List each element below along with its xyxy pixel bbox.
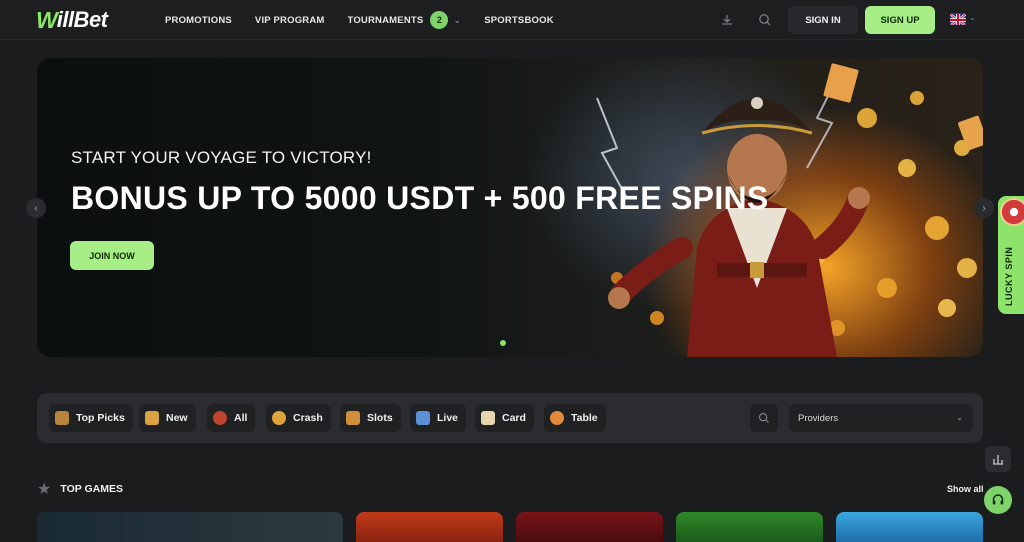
- category-label: New: [166, 412, 188, 424]
- category-all[interactable]: All: [207, 404, 256, 432]
- game-thumbnail[interactable]: [836, 512, 983, 542]
- search-icon[interactable]: [757, 12, 773, 28]
- new-icon: [145, 411, 159, 425]
- category-label: Slots: [367, 412, 393, 424]
- nav-tournaments[interactable]: TOURNAMENTS 2 ⌄: [348, 11, 462, 29]
- sign-up-button[interactable]: SIGN UP: [865, 6, 935, 34]
- top-header: WillBet PROMOTIONS VIP PROGRAM TOURNAMEN…: [0, 0, 1024, 40]
- nav-promotions[interactable]: PROMOTIONS: [165, 15, 232, 26]
- game-thumbnail[interactable]: [37, 512, 343, 542]
- category-label: Crash: [293, 412, 323, 424]
- language-chevron-icon[interactable]: ⌄: [969, 13, 976, 22]
- category-top-picks[interactable]: Top Picks: [49, 404, 133, 432]
- uk-flag-icon[interactable]: [950, 13, 966, 25]
- game-filter-bar: Top Picks New All Crash Slots Live Card …: [37, 393, 983, 443]
- search-icon: [758, 412, 769, 423]
- game-thumbnail[interactable]: [516, 512, 663, 542]
- providers-label: Providers: [798, 412, 839, 424]
- category-live[interactable]: Live: [410, 404, 467, 432]
- live-icon: [416, 411, 430, 425]
- nav-sportsbook[interactable]: SPORTSBOOK: [484, 15, 554, 26]
- game-thumbnail[interactable]: [356, 512, 503, 542]
- main-nav: PROMOTIONS VIP PROGRAM TOURNAMENTS 2 ⌄ S…: [165, 0, 577, 40]
- hero-title: BONUS UP TO 5000 USDT + 500 FREE SPINS: [71, 180, 769, 216]
- star-icon: ★: [37, 481, 52, 498]
- wheel-icon: [1000, 198, 1024, 226]
- section-title: TOP GAMES: [60, 483, 123, 495]
- show-all-link[interactable]: Show all: [947, 484, 984, 494]
- game-thumbnail[interactable]: [676, 512, 823, 542]
- category-label: All: [234, 412, 248, 424]
- chevron-down-icon: ⌄: [956, 413, 963, 422]
- category-slots[interactable]: Slots: [340, 404, 401, 432]
- hero-subtitle: START YOUR VOYAGE TO VICTORY!: [71, 148, 372, 167]
- carousel-dot-active[interactable]: [500, 340, 506, 346]
- category-label: Top Picks: [76, 412, 125, 424]
- chevron-down-icon[interactable]: ⌄: [453, 15, 461, 26]
- sign-in-button[interactable]: SIGN IN: [788, 6, 858, 34]
- category-crash[interactable]: Crash: [266, 404, 331, 432]
- providers-select[interactable]: Providers ⌄: [789, 404, 973, 432]
- headset-icon: [992, 494, 1004, 505]
- slots-icon: [346, 411, 360, 425]
- treasure-chest-icon: [55, 411, 69, 425]
- carousel-prev-icon[interactable]: ‹: [26, 198, 46, 218]
- table-icon: [550, 411, 564, 425]
- carousel-next-icon[interactable]: ›: [974, 198, 994, 218]
- nav-tournaments-label: TOURNAMENTS: [347, 14, 424, 26]
- lucky-spin-label: LUCKY SPIN: [1004, 246, 1014, 306]
- willbet-logo[interactable]: WillBet: [36, 7, 108, 33]
- category-label: Table: [571, 412, 598, 424]
- download-icon[interactable]: [719, 12, 735, 28]
- hero-banner[interactable]: START YOUR VOYAGE TO VICTORY! BONUS UP T…: [37, 58, 983, 357]
- category-new[interactable]: New: [139, 404, 196, 432]
- category-label: Card: [502, 412, 526, 424]
- category-table[interactable]: Table: [544, 404, 606, 432]
- game-search-button[interactable]: [750, 404, 778, 432]
- stats-button[interactable]: [985, 446, 1011, 472]
- join-now-button[interactable]: JOIN NOW: [70, 241, 154, 270]
- category-card[interactable]: Card: [475, 404, 534, 432]
- crash-icon: [272, 411, 286, 425]
- logo-w: W: [36, 6, 58, 33]
- nav-vip-program[interactable]: VIP PROGRAM: [255, 15, 325, 26]
- support-chat-button[interactable]: [984, 486, 1012, 514]
- category-label: Live: [437, 412, 459, 424]
- top-games-heading: ★ TOP GAMES: [37, 481, 123, 498]
- logo-text: illBet: [56, 7, 108, 32]
- tournaments-count-badge: 2: [430, 11, 449, 29]
- card-icon: [481, 411, 495, 425]
- roulette-icon: [213, 411, 227, 425]
- bar-chart-icon: [993, 455, 1003, 465]
